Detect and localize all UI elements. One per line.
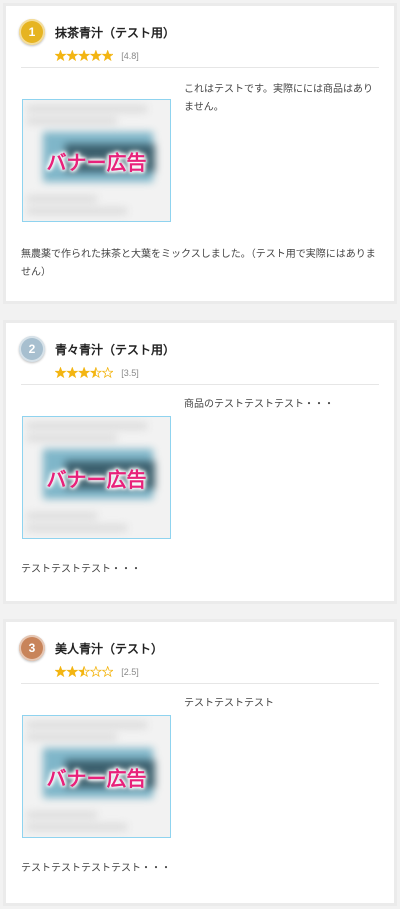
banner-ad-label: バナー広告 [46, 766, 147, 790]
rating: [4.8] [55, 45, 139, 61]
ranking-card-2: 2 青々青汁（テスト用） [3.5] バナー広告 商品のテストテストテスト・・・… [3, 320, 397, 604]
star-rating-icons [55, 666, 114, 677]
product-title[interactable]: 美人青汁（テスト） [55, 640, 163, 657]
product-description: 無農薬で作られた抹茶と大葉をミックスしました。（テスト用で実際にはありません） [21, 249, 376, 278]
banner-ad-label: バナー広告 [46, 150, 147, 174]
ranking-card-1: 1 抹茶青汁（テスト用） [4.8] バナー広告 これはテストです。実際にには商… [3, 3, 397, 304]
divider [21, 683, 379, 684]
product-summary: テストテストテスト [184, 698, 274, 709]
product-summary: これはテストです。実際にには商品はありません。 [184, 84, 373, 113]
star-icon [66, 367, 79, 378]
ranking-card-3: 3 美人青汁（テスト） [2.5] バナー広告 テストテストテスト テストテスト… [3, 619, 397, 906]
star-icon [55, 666, 67, 677]
rank-medal-icon: 3 [19, 635, 45, 661]
star-icon [101, 666, 114, 677]
star-icon [89, 367, 103, 378]
star-icon [89, 50, 103, 61]
product-summary: 商品のテストテストテスト・・・ [184, 399, 334, 410]
product-description: テストテストテストテスト・・・ [21, 863, 171, 874]
banner-ad-label: バナー広告 [46, 467, 147, 491]
star-icon [101, 367, 114, 378]
star-icon [77, 367, 91, 378]
rating-score: [2.5] [121, 666, 139, 677]
rating: [3.5] [55, 362, 139, 378]
star-icon [101, 50, 114, 61]
star-icon [55, 367, 67, 378]
rating-score: [3.5] [121, 367, 139, 378]
banner-ad[interactable]: バナー広告 [22, 416, 171, 539]
star-icon [89, 666, 103, 677]
rank-medal-icon: 1 [19, 19, 45, 45]
product-title[interactable]: 抹茶青汁（テスト用） [55, 24, 175, 41]
product-description: テストテストテスト・・・ [21, 564, 141, 575]
star-rating-icons [55, 50, 114, 61]
product-title[interactable]: 青々青汁（テスト用） [55, 341, 175, 358]
star-icon [55, 50, 67, 61]
star-icon [77, 50, 91, 61]
ranking-list: 1 抹茶青汁（テスト用） [4.8] バナー広告 これはテストです。実際にには商… [0, 0, 400, 909]
star-icon [77, 666, 91, 677]
rating: [2.5] [55, 661, 139, 677]
rank-medal-icon: 2 [19, 336, 45, 362]
star-rating-icons [55, 367, 114, 378]
divider [21, 67, 379, 68]
banner-ad[interactable]: バナー広告 [22, 715, 171, 838]
rating-score: [4.8] [121, 50, 139, 61]
star-icon [66, 50, 79, 61]
star-icon [66, 666, 79, 677]
divider [21, 384, 379, 385]
banner-ad[interactable]: バナー広告 [22, 99, 171, 222]
